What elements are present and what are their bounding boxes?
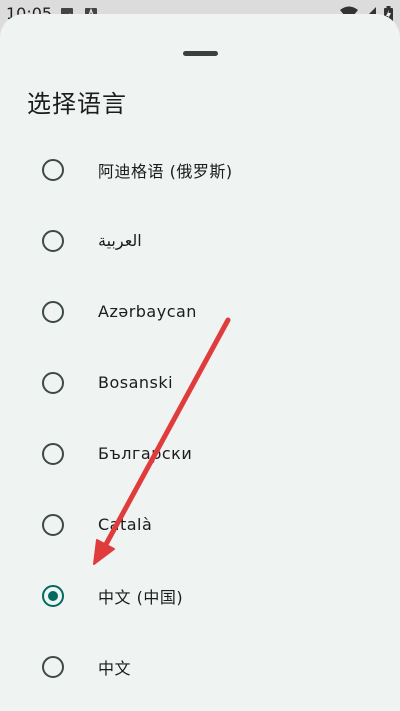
radio-button[interactable]: [42, 158, 64, 181]
language-label: Català: [98, 515, 153, 534]
radio-button[interactable]: [42, 513, 64, 536]
language-option[interactable]: العربية: [0, 205, 400, 276]
language-label: 阿迪格语 (俄罗斯): [98, 161, 233, 181]
language-option[interactable]: Български: [0, 418, 400, 489]
language-label: Azərbaycan: [98, 302, 197, 321]
drag-handle[interactable]: [183, 51, 218, 56]
radio-button[interactable]: [42, 229, 64, 252]
language-option[interactable]: 中文: [0, 631, 400, 702]
radio-button[interactable]: [42, 655, 64, 678]
radio-button[interactable]: [42, 584, 64, 607]
radio-button[interactable]: [42, 300, 64, 323]
language-option[interactable]: Català: [0, 489, 400, 560]
radio-button[interactable]: [42, 371, 64, 394]
language-option[interactable]: Bosanski: [0, 347, 400, 418]
language-label: 中文: [98, 658, 132, 678]
language-bottom-sheet: 选择语言 阿迪格语 (俄罗斯) العربية Azərbaycan Bosan…: [0, 14, 400, 711]
language-label: العربية: [98, 231, 142, 250]
radio-button[interactable]: [42, 442, 64, 465]
language-option[interactable]: 阿迪格语 (俄罗斯): [0, 134, 400, 205]
language-label: Български: [98, 444, 193, 463]
radio-dot-icon: [48, 590, 58, 601]
sheet-title: 选择语言: [27, 90, 127, 118]
language-option[interactable]: 中文 (中国): [0, 560, 400, 631]
language-option[interactable]: Azərbaycan: [0, 276, 400, 347]
language-label: 中文 (中国): [98, 587, 184, 607]
language-label: Bosanski: [98, 373, 174, 392]
